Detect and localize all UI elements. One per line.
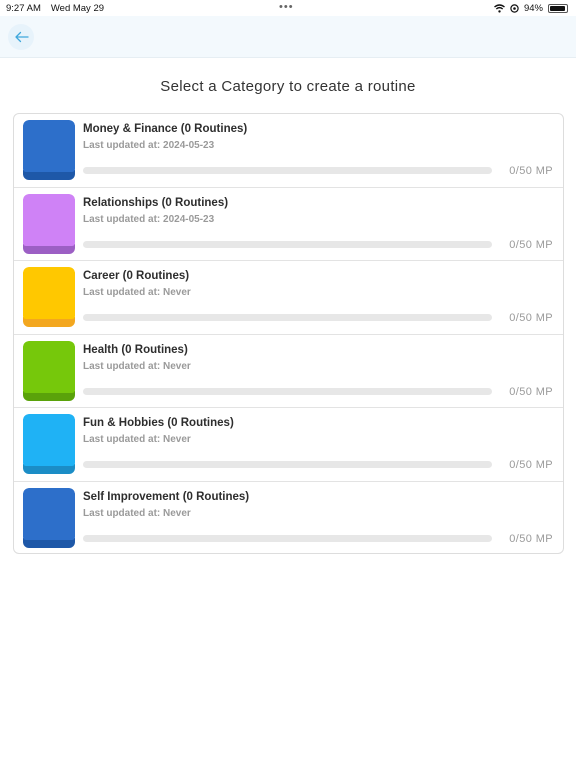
multitask-dots[interactable]: ••• — [279, 1, 294, 13]
category-row[interactable]: Fun & Hobbies (0 Routines) Last updated … — [14, 408, 563, 482]
category-list: Money & Finance (0 Routines) Last update… — [13, 113, 564, 554]
category-progress-bar — [83, 387, 492, 395]
category-title: Fun & Hobbies (0 Routines) — [83, 417, 234, 429]
category-tile-icon — [23, 193, 75, 254]
category-row[interactable]: Career (0 Routines) Last updated at: Nev… — [14, 261, 563, 335]
category-row[interactable]: Self Improvement (0 Routines) Last updat… — [14, 482, 563, 554]
category-mp: 0/50 MP — [509, 532, 553, 545]
category-tile-icon — [23, 487, 75, 548]
battery-level — [550, 6, 565, 11]
category-mp: 0/50 MP — [509, 459, 553, 471]
status-bar: 9:27 AM Wed May 29 ••• 94% — [0, 0, 576, 16]
category-tile-icon — [23, 414, 75, 474]
category-progress-bar — [83, 534, 492, 542]
back-button[interactable] — [8, 24, 34, 50]
category-tile-face — [23, 120, 75, 172]
category-updated: Last updated at: Never — [83, 287, 191, 298]
category-progress-bar — [83, 240, 492, 248]
category-updated: Last updated at: 2024-05-23 — [83, 213, 215, 225]
category-row[interactable]: Money & Finance (0 Routines) Last update… — [14, 114, 563, 188]
category-progress-bar — [83, 461, 492, 468]
status-right: 94% — [494, 3, 568, 14]
category-title: Career (0 Routines) — [83, 270, 190, 282]
category-row[interactable]: Relationships (0 Routines) Last updated … — [14, 188, 563, 261]
category-tile-face — [23, 340, 75, 393]
category-progress-bar — [83, 167, 492, 174]
category-tile-icon — [23, 120, 75, 180]
category-updated: Last updated at: Never — [83, 434, 191, 445]
category-tile-icon — [23, 340, 75, 401]
battery-percent: 94% — [523, 3, 543, 14]
category-updated: Last updated at: Never — [83, 507, 191, 519]
category-title: Money & Finance (0 Routines) — [83, 123, 248, 135]
arrow-left-icon — [14, 31, 29, 43]
header — [0, 16, 576, 58]
category-tile-face — [23, 414, 75, 466]
category-tile-face — [23, 487, 75, 540]
category-tile-icon — [23, 267, 75, 327]
page-title: Select a Category to create a routine — [160, 78, 416, 95]
location-lock-icon — [510, 4, 519, 13]
category-progress-bar — [83, 314, 492, 321]
category-mp: 0/50 MP — [509, 312, 553, 324]
category-title: Relationships (0 Routines) — [83, 196, 229, 209]
status-time: 9:27 AM — [6, 3, 41, 14]
category-updated: Last updated at: 2024-05-23 — [83, 140, 215, 151]
category-tile-face — [23, 267, 75, 319]
category-row[interactable]: Health (0 Routines) Last updated at: Nev… — [14, 335, 563, 408]
category-tile-face — [23, 193, 75, 246]
category-title: Self Improvement (0 Routines) — [83, 490, 250, 503]
battery-icon — [548, 4, 568, 13]
category-updated: Last updated at: Never — [83, 360, 191, 372]
status-date: Wed May 29 — [50, 3, 105, 14]
category-mp: 0/50 MP — [509, 238, 553, 251]
wifi-icon — [494, 4, 505, 13]
category-mp: 0/50 MP — [509, 385, 553, 398]
category-mp: 0/50 MP — [509, 165, 553, 177]
category-title: Health (0 Routines) — [83, 343, 188, 356]
status-left: 9:27 AM Wed May 29 — [6, 3, 104, 14]
